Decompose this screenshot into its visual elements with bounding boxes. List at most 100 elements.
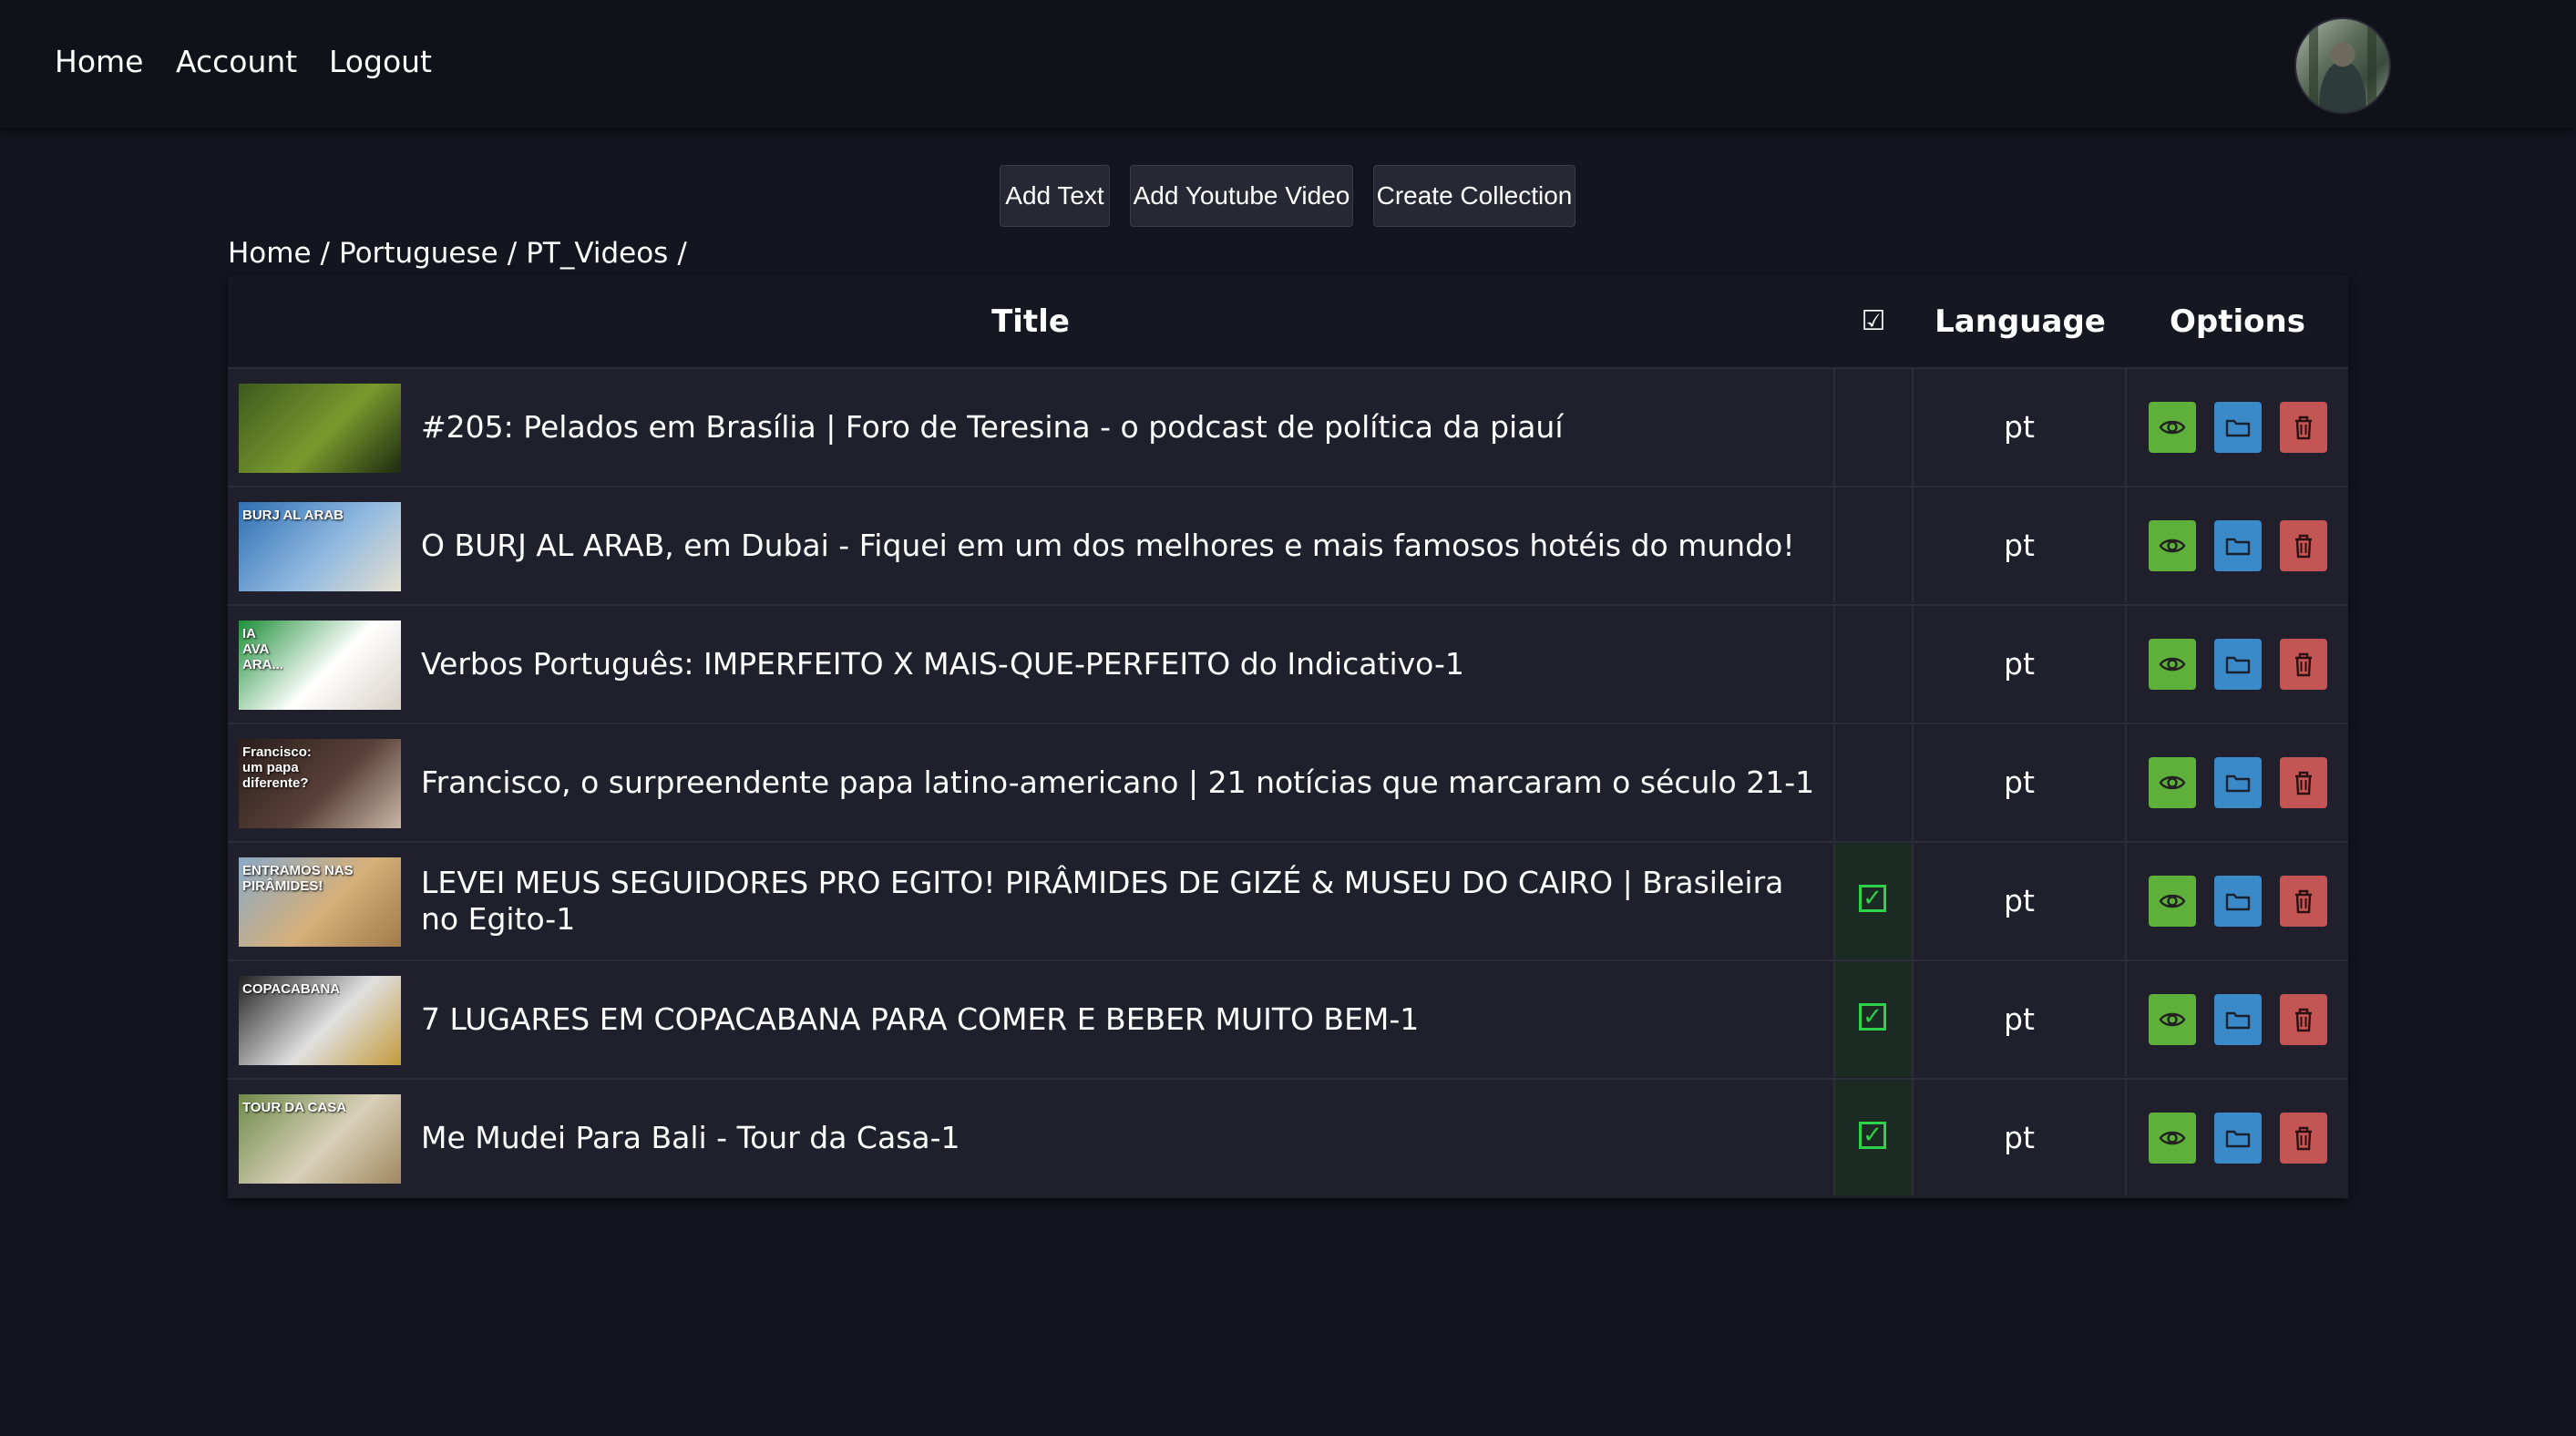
row-title[interactable]: Me Mudei Para Bali - Tour da Casa-1 [421,1080,1824,1195]
breadcrumb-home[interactable]: Home [228,237,312,270]
row-language: pt [1914,724,2127,840]
folder-icon [2225,538,2251,556]
trash-icon [2295,415,2312,440]
folder-button[interactable] [2214,757,2262,808]
breadcrumb-portuguese[interactable]: Portuguese [339,237,498,270]
add-youtube-video-button[interactable]: Add Youtube Video [1130,165,1353,227]
folder-button[interactable] [2214,402,2262,453]
row-language: pt [1914,1080,2127,1195]
check-icon[interactable]: ✓ [1859,1122,1886,1149]
folder-button[interactable] [2214,1113,2262,1164]
trash-icon [2295,534,2312,559]
eye-icon [2159,1131,2186,1145]
breadcrumb: Home / Portuguese / PT_Videos / [228,237,696,270]
row-check-cell: ✓ [1833,843,1914,959]
table-row: ENTRAMOS NAS PIRÂMIDES! LEVEI MEUS SEGUI… [228,841,2348,959]
table-row: IA AVA ARA... Verbos Português: IMPERFEI… [228,604,2348,722]
trash-icon [2295,1008,2312,1032]
view-button[interactable] [2149,520,2196,571]
delete-button[interactable] [2280,994,2327,1045]
eye-icon [2159,775,2186,790]
row-check-cell [1833,487,1914,603]
nav-home-link[interactable]: Home [55,44,143,79]
trash-icon [2295,1126,2312,1151]
row-check-cell [1833,724,1914,840]
folder-icon [2225,656,2251,674]
header-language[interactable]: Language [1914,276,2127,367]
folder-button[interactable] [2214,876,2262,927]
view-button[interactable] [2149,757,2196,808]
video-thumbnail[interactable]: COPACABANA [239,976,401,1065]
eye-icon [2159,894,2186,908]
row-check-cell [1833,369,1914,485]
header-check-icon[interactable]: ☑ [1833,276,1914,367]
row-check-cell: ✓ [1833,961,1914,1077]
row-language: pt [1914,369,2127,485]
folder-icon [2225,774,2251,793]
check-icon[interactable]: ✓ [1859,1003,1886,1031]
row-language: pt [1914,487,2127,603]
video-thumbnail[interactable]: ENTRAMOS NAS PIRÂMIDES! [239,857,401,947]
view-button[interactable] [2149,876,2196,927]
trash-icon [2295,889,2312,914]
nav-account-link[interactable]: Account [176,44,297,79]
thumbnail-caption: IA AVA ARA... [242,626,283,672]
row-language: pt [1914,843,2127,959]
breadcrumb-pt-videos[interactable]: PT_Videos [526,237,668,270]
delete-button[interactable] [2280,757,2327,808]
delete-button[interactable] [2280,402,2327,453]
delete-button[interactable] [2280,520,2327,571]
view-button[interactable] [2149,1113,2196,1164]
folder-button[interactable] [2214,520,2262,571]
thumbnail-caption: COPACABANA [242,981,341,997]
view-button[interactable] [2149,639,2196,690]
header-title[interactable]: Title [228,276,1833,367]
folder-icon [2225,1130,2251,1148]
row-title[interactable]: O BURJ AL ARAB, em Dubai - Fiquei em um … [421,487,1824,603]
view-button[interactable] [2149,402,2196,453]
thumbnail-caption: Francisco: um papa diferente? [242,744,312,791]
thumbnail-caption: ENTRAMOS NAS PIRÂMIDES! [242,863,354,894]
nav-logout-link[interactable]: Logout [329,44,432,79]
breadcrumb-separator: / [677,237,687,270]
row-check-cell [1833,606,1914,722]
navbar: Home Account Logout [0,0,2576,128]
video-thumbnail[interactable] [239,384,401,473]
folder-button[interactable] [2214,639,2262,690]
delete-button[interactable] [2280,639,2327,690]
check-icon[interactable]: ✓ [1859,885,1886,912]
create-collection-button[interactable]: Create Collection [1373,165,1575,227]
row-title[interactable]: 7 LUGARES EM COPACABANA PARA COMER E BEB… [421,961,1824,1077]
folder-icon [2225,893,2251,911]
folder-icon [2225,1011,2251,1030]
row-title[interactable]: Francisco, o surpreendente papa latino-a… [421,724,1824,840]
view-button[interactable] [2149,994,2196,1045]
table-row: Francisco: um papa diferente? Francisco,… [228,723,2348,840]
table-row: #205: Pelados em Brasília | Foro de Tere… [228,367,2348,485]
thumbnail-caption: TOUR DA CASA [242,1100,347,1115]
eye-icon [2159,538,2186,553]
row-title[interactable]: #205: Pelados em Brasília | Foro de Tere… [421,369,1824,485]
table-row: COPACABANA 7 LUGARES EM COPACABANA PARA … [228,959,2348,1077]
row-check-cell: ✓ [1833,1080,1914,1195]
trash-icon [2295,771,2312,795]
folder-icon [2225,419,2251,437]
header-options: Options [2170,303,2305,340]
delete-button[interactable] [2280,876,2327,927]
delete-button[interactable] [2280,1113,2327,1164]
table-row: BURJ AL ARAB O BURJ AL ARAB, em Dubai - … [228,486,2348,603]
row-title[interactable]: Verbos Português: IMPERFEITO X MAIS-QUE-… [421,606,1824,722]
video-thumbnail[interactable]: IA AVA ARA... [239,621,401,710]
video-thumbnail[interactable]: BURJ AL ARAB [239,502,401,591]
video-thumbnail[interactable]: Francisco: um papa diferente? [239,739,401,828]
avatar[interactable] [2294,17,2391,114]
video-thumbnail[interactable]: TOUR DA CASA [239,1094,401,1184]
row-title[interactable]: LEVEI MEUS SEGUIDORES PRO EGITO! PIRÂMID… [421,843,1824,959]
thumbnail-caption: BURJ AL ARAB [242,508,344,523]
texts-table: Title ☑ Language Options #205: Pelados e… [228,276,2348,1198]
eye-icon [2159,1012,2186,1027]
breadcrumb-separator: / [320,237,330,270]
add-text-button[interactable]: Add Text [1000,165,1110,227]
trash-icon [2295,652,2312,677]
folder-button[interactable] [2214,994,2262,1045]
